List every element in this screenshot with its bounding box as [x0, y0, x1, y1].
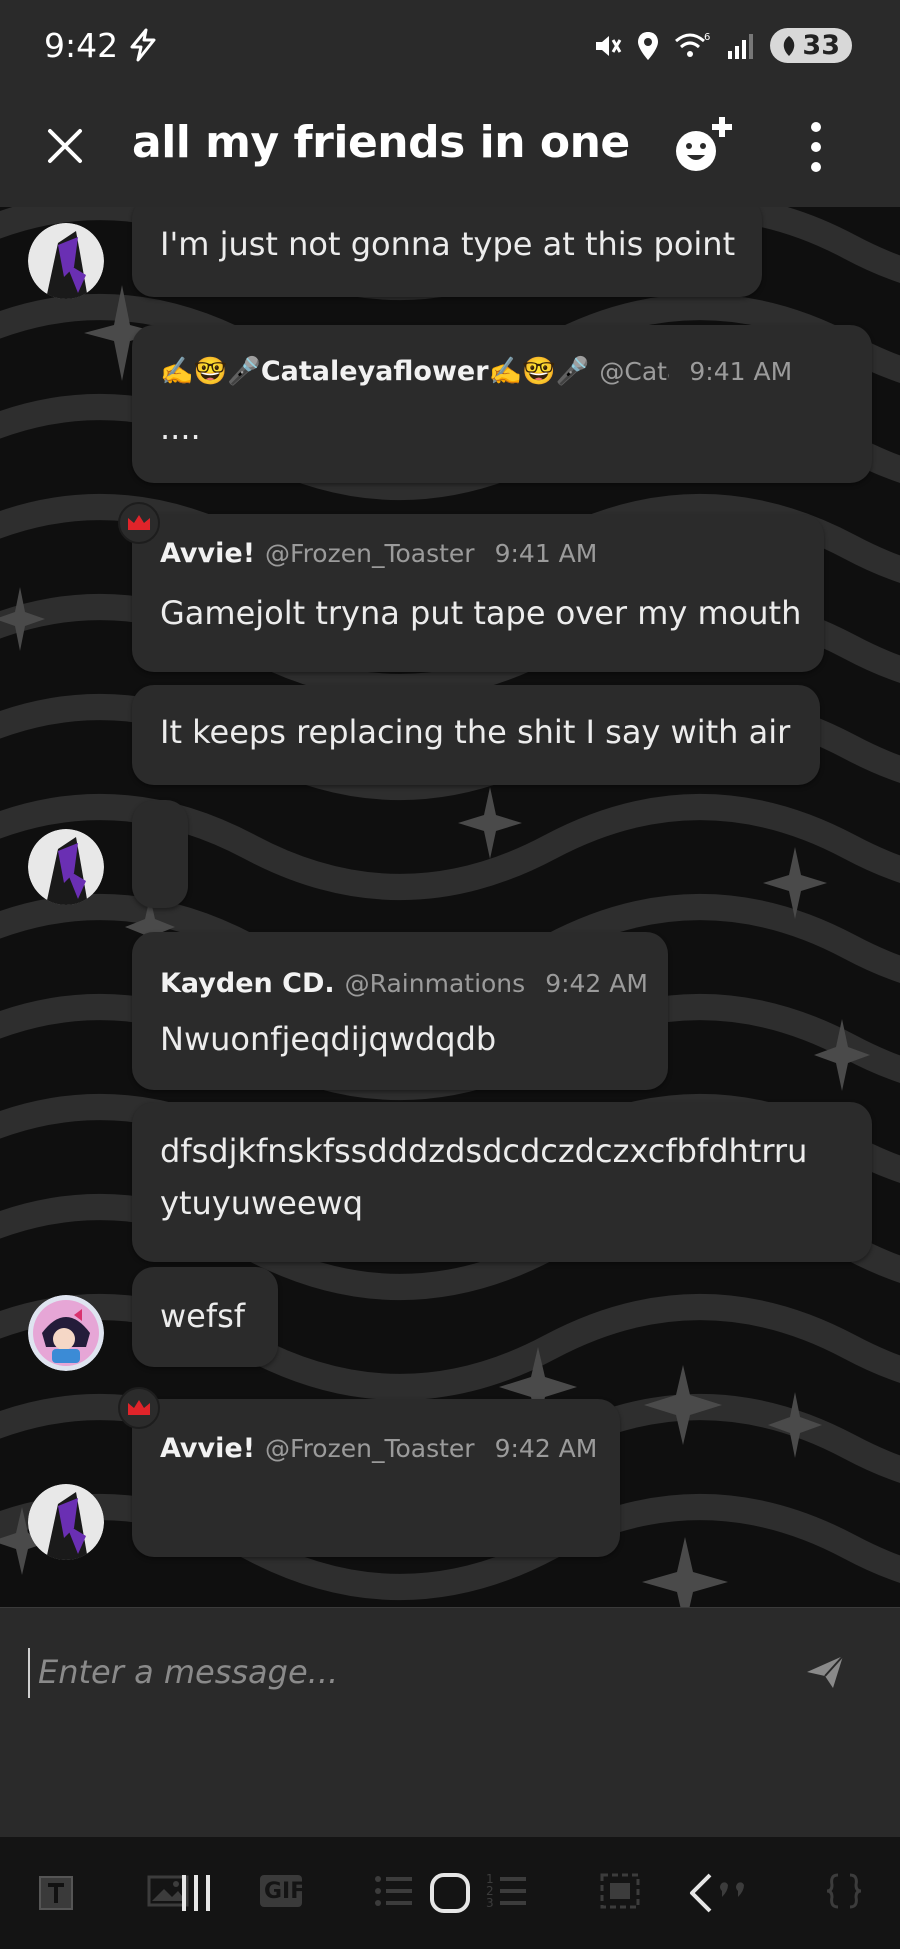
crown-icon [128, 515, 150, 530]
message-input[interactable]: Enter a message... [28, 1648, 808, 1698]
message-bubble[interactable]: wefsf [132, 1267, 278, 1367]
close-icon[interactable] [40, 121, 90, 171]
message-bubble[interactable]: dfsdjkfnskfssdddzdsdcdczdczxcfbfdhtrru y… [132, 1102, 872, 1262]
bullet-list-button[interactable] [372, 1867, 416, 1919]
status-bar: 9:42 6 33 [0, 0, 900, 95]
author-handle[interactable]: @Rainmations [345, 969, 526, 998]
author-name[interactable]: Avvie! [160, 538, 255, 569]
spoiler-icon [600, 1873, 640, 1909]
purple-character-avatar [28, 223, 104, 299]
status-icons: 6 33 [592, 28, 852, 63]
battery-leaf-icon [784, 35, 795, 56]
quote-icon [720, 1882, 744, 1897]
home-nav-icon[interactable] [428, 1871, 472, 1915]
message-bubble[interactable] [132, 800, 188, 908]
message-text: wefsf [160, 1297, 246, 1335]
text-format-button[interactable] [36, 1867, 76, 1919]
message-text: It keeps replacing the shit I say with a… [160, 713, 791, 751]
message-meta: Kayden CD. @Rainmations 9:42 AM [160, 968, 648, 999]
message-meta: Avvie! @Frozen_Toaster 9:41 AM [160, 538, 597, 569]
bullet-list-icon [375, 1876, 412, 1906]
send-icon[interactable] [805, 1652, 845, 1692]
code-button[interactable] [824, 1867, 864, 1919]
battery-level: 33 [802, 30, 840, 61]
mute-vibrate-icon [596, 35, 622, 56]
more-options-icon[interactable] [798, 117, 834, 177]
svg-text:6: 6 [704, 32, 710, 43]
recents-nav-icon[interactable] [176, 1871, 216, 1915]
formatting-toolbar: GIF 1 2 3 [0, 1837, 900, 1949]
gif-label: GIF [264, 1879, 306, 1904]
author-handle[interactable]: @Catal [599, 357, 669, 386]
message-text: I'm just not gonna type at this point [160, 225, 736, 263]
pink-character-avatar [28, 1295, 104, 1371]
message-list[interactable]: I'm just not gonna type at this point ✍️… [0, 207, 900, 1607]
author-handle[interactable]: @Frozen_Toaster [265, 1434, 475, 1463]
svg-text:3: 3 [486, 1896, 494, 1910]
author-name[interactable]: ✍️🤓🎤Cataleyaflower✍️🤓🎤 [160, 355, 589, 387]
avatar[interactable] [28, 1295, 104, 1371]
owner-badge [118, 502, 160, 544]
back-nav-icon[interactable] [686, 1871, 716, 1915]
message-bubble[interactable]: Avvie! @Frozen_Toaster 9:42 AM [132, 1399, 620, 1557]
signal-icon [728, 33, 754, 59]
purple-character-avatar [28, 829, 104, 905]
owner-badge [118, 1387, 160, 1429]
avatar[interactable] [28, 1484, 104, 1560]
message-bubble[interactable]: Kayden CD. @Rainmations 9:42 AM Nwuonfje… [132, 932, 668, 1090]
chat-title: all my friends in one [132, 117, 630, 168]
message-text: .... [160, 409, 201, 447]
message-bubble[interactable]: I'm just not gonna type at this point [132, 207, 762, 297]
message-composer: Enter a message... [0, 1607, 900, 1837]
numbered-list-icon: 1 2 3 [486, 1872, 526, 1910]
message-text-line: dfsdjkfnskfssdddzdsdcdczdczxcfbfdhtrru [160, 1132, 808, 1170]
crown-icon [128, 1400, 150, 1415]
gif-button[interactable]: GIF [258, 1867, 306, 1919]
status-time: 9:42 [44, 26, 119, 65]
message-text: Gamejolt tryna put tape over my mouth [160, 594, 802, 632]
message-text: Nwuonfjeqdijqwdqdb [160, 1020, 497, 1058]
charging-bolt-icon [130, 28, 156, 62]
numbered-list-button[interactable]: 1 2 3 [486, 1867, 530, 1919]
author-name[interactable]: Avvie! [160, 1433, 255, 1464]
message-time: 9:41 AM [689, 357, 793, 386]
message-bubble[interactable]: Avvie! @Frozen_Toaster 9:41 AM Gamejolt … [132, 514, 824, 672]
message-time: 9:42 AM [494, 1434, 598, 1463]
location-icon [638, 31, 659, 60]
avatar[interactable] [28, 223, 104, 299]
purple-character-avatar [28, 1484, 104, 1560]
battery-indicator: 33 [770, 28, 852, 63]
code-icon [826, 1873, 862, 1909]
avatar[interactable] [28, 829, 104, 905]
message-text-line: ytuyuweewq [160, 1184, 364, 1222]
wifi-icon: 6 [675, 32, 711, 57]
spoiler-button[interactable] [598, 1867, 642, 1919]
quote-button[interactable] [712, 1867, 756, 1919]
message-bubble[interactable]: It keeps replacing the shit I say with a… [132, 685, 820, 785]
message-meta: Avvie! @Frozen_Toaster 9:42 AM [160, 1433, 597, 1464]
message-meta: ✍️🤓🎤Cataleyaflower✍️🤓🎤 @Catal 9:41 AM [160, 355, 792, 387]
author-handle[interactable]: @Frozen_Toaster [265, 539, 475, 568]
message-time: 9:41 AM [494, 539, 598, 568]
text-format-icon [39, 1876, 73, 1910]
add-member-icon[interactable] [670, 113, 740, 177]
chat-header: all my friends in one [0, 95, 900, 207]
message-time: 9:42 AM [545, 969, 648, 998]
author-name[interactable]: Kayden CD. [160, 968, 335, 999]
message-bubble[interactable]: ✍️🤓🎤Cataleyaflower✍️🤓🎤 @Catal 9:41 AM ..… [132, 325, 872, 483]
